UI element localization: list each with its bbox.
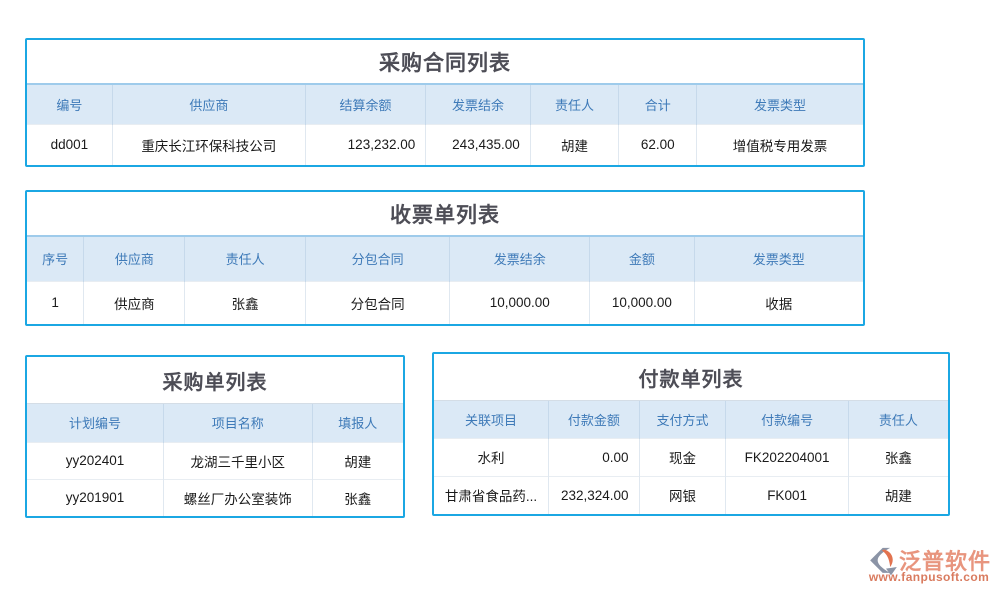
- table-cell: 10,000.00: [590, 281, 695, 324]
- table-row[interactable]: 1供应商张鑫分包合同10,000.0010,000.00收据: [27, 281, 863, 324]
- table-cell: dd001: [27, 124, 112, 165]
- column-header: 付款编号: [726, 401, 848, 438]
- column-header: 发票类型: [694, 237, 863, 281]
- payment-list-panel: 付款单列表 关联项目付款金额支付方式付款编号责任人水利0.00现金FK20220…: [432, 352, 950, 516]
- table-cell: FK001: [726, 476, 848, 514]
- table-cell: FK202204001: [726, 438, 848, 476]
- table-header-row: 关联项目付款金额支付方式付款编号责任人: [434, 401, 948, 438]
- table-cell: 网银: [639, 476, 726, 514]
- purchase-contract-list-panel: 采购合同列表 编号供应商结算余额发票结余责任人合计发票类型dd001重庆长江环保…: [25, 38, 865, 167]
- column-header: 供应商: [112, 85, 305, 124]
- column-header: 责任人: [848, 401, 948, 438]
- column-header: 合计: [619, 85, 697, 124]
- table-row[interactable]: yy201901螺丝厂办公室装饰张鑫: [27, 479, 403, 516]
- table-cell: 张鑫: [312, 479, 403, 516]
- table-row[interactable]: dd001重庆长江环保科技公司123,232.00243,435.00胡建62.…: [27, 124, 863, 165]
- table-cell: 张鑫: [185, 281, 305, 324]
- table-row[interactable]: 甘肃省食品药...232,324.00网银FK001胡建: [434, 476, 948, 514]
- column-header: 发票结余: [450, 237, 590, 281]
- logo-url: www.fanpusoft.com: [864, 571, 992, 583]
- column-header: 发票结余: [426, 85, 531, 124]
- table-cell: 增值税专用发票: [697, 124, 863, 165]
- table-cell: 243,435.00: [426, 124, 531, 165]
- table-cell: yy202401: [27, 442, 163, 479]
- table-cell: yy201901: [27, 479, 163, 516]
- table-cell: 分包合同: [305, 281, 450, 324]
- table-cell: 螺丝厂办公室装饰: [163, 479, 312, 516]
- table-header-row: 计划编号项目名称填报人: [27, 404, 403, 442]
- column-header: 支付方式: [639, 401, 726, 438]
- column-header: 填报人: [312, 404, 403, 442]
- receipt-table: 序号供应商责任人分包合同发票结余金额发票类型1供应商张鑫分包合同10,000.0…: [27, 237, 863, 324]
- table-header-row: 序号供应商责任人分包合同发票结余金额发票类型: [27, 237, 863, 281]
- payment-table: 关联项目付款金额支付方式付款编号责任人水利0.00现金FK202204001张鑫…: [434, 401, 948, 514]
- table-cell: 收据: [694, 281, 863, 324]
- table-title: 采购单列表: [27, 357, 403, 404]
- purchase-order-list-panel: 采购单列表 计划编号项目名称填报人yy202401龙湖三千里小区胡建yy2019…: [25, 355, 405, 518]
- table-cell: 现金: [639, 438, 726, 476]
- column-header: 金额: [590, 237, 695, 281]
- table-cell: 10,000.00: [450, 281, 590, 324]
- table-cell: 龙湖三千里小区: [163, 442, 312, 479]
- column-header: 序号: [27, 237, 84, 281]
- column-header: 计划编号: [27, 404, 163, 442]
- table-title: 付款单列表: [434, 354, 948, 401]
- purchase-contract-table: 编号供应商结算余额发票结余责任人合计发票类型dd001重庆长江环保科技公司123…: [27, 85, 863, 165]
- table-cell: 重庆长江环保科技公司: [112, 124, 305, 165]
- purchase-order-table: 计划编号项目名称填报人yy202401龙湖三千里小区胡建yy201901螺丝厂办…: [27, 404, 403, 516]
- table-header-row: 编号供应商结算余额发票结余责任人合计发票类型: [27, 85, 863, 124]
- table-cell: 胡建: [530, 124, 619, 165]
- table-cell: 1: [27, 281, 84, 324]
- table-cell: 0.00: [549, 438, 639, 476]
- column-header: 分包合同: [305, 237, 450, 281]
- column-header: 责任人: [530, 85, 619, 124]
- table-cell: 232,324.00: [549, 476, 639, 514]
- table-cell: 张鑫: [848, 438, 948, 476]
- table-cell: 123,232.00: [305, 124, 425, 165]
- receipt-list-panel: 收票单列表 序号供应商责任人分包合同发票结余金额发票类型1供应商张鑫分包合同10…: [25, 190, 865, 326]
- fanpusoft-logo[interactable]: 泛普软件 www.fanpusoft.com: [864, 547, 992, 583]
- column-header: 发票类型: [697, 85, 863, 124]
- table-row[interactable]: yy202401龙湖三千里小区胡建: [27, 442, 403, 479]
- table-title: 采购合同列表: [27, 40, 863, 85]
- column-header: 项目名称: [163, 404, 312, 442]
- table-cell: 胡建: [312, 442, 403, 479]
- column-header: 关联项目: [434, 401, 549, 438]
- table-cell: 甘肃省食品药...: [434, 476, 549, 514]
- column-header: 付款金额: [549, 401, 639, 438]
- table-cell: 供应商: [84, 281, 185, 324]
- table-row[interactable]: 水利0.00现金FK202204001张鑫: [434, 438, 948, 476]
- table-cell: 62.00: [619, 124, 697, 165]
- column-header: 编号: [27, 85, 112, 124]
- column-header: 供应商: [84, 237, 185, 281]
- table-title: 收票单列表: [27, 192, 863, 237]
- column-header: 结算余额: [305, 85, 425, 124]
- column-header: 责任人: [185, 237, 305, 281]
- table-cell: 胡建: [848, 476, 948, 514]
- table-cell: 水利: [434, 438, 549, 476]
